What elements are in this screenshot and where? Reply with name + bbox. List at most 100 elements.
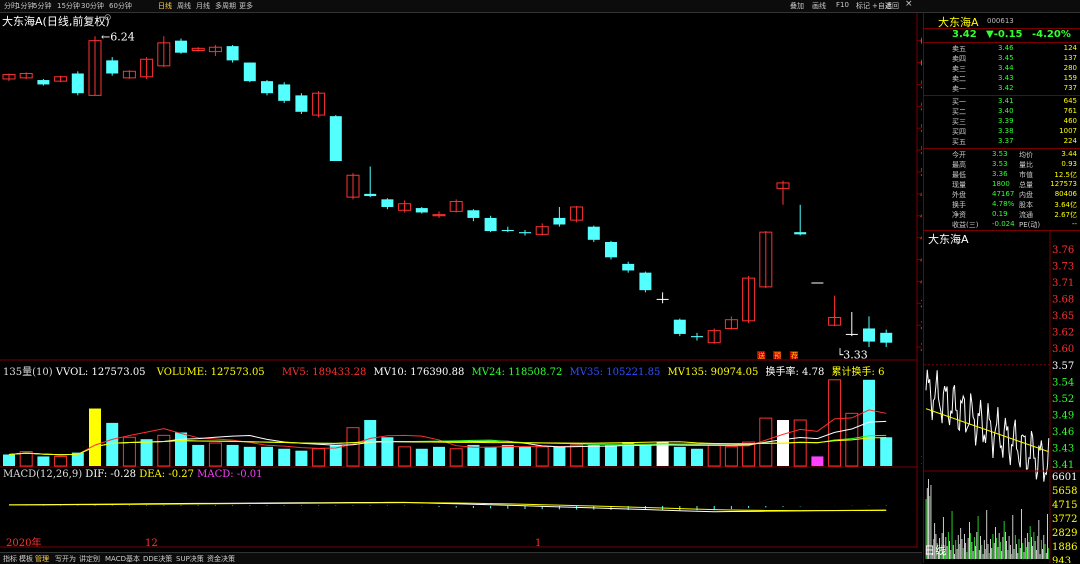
volume-bar [175, 432, 187, 466]
volume-bar [140, 439, 153, 466]
mini-footer[interactable]: 日线 [924, 542, 946, 558]
toolbar-right-0[interactable]: 叠加 [790, 1, 804, 11]
bids-vol: 460 [1063, 117, 1077, 125]
candle-body [863, 328, 875, 342]
vol-mv35: MV35: 105221.85 [569, 367, 661, 378]
volume-bar [673, 446, 686, 466]
bids-label: 买五 [952, 138, 966, 146]
mini-price-tick: 3.60 [1052, 344, 1074, 355]
toolbar-right-5[interactable]: 返回 [885, 1, 899, 11]
volume-bar [535, 446, 549, 467]
bids-price: 3.40 [998, 107, 1014, 115]
volume-bar [707, 444, 721, 467]
period-tab-5[interactable]: 60分钟 [109, 1, 132, 11]
price-tick-label: 5.80 [920, 78, 922, 91]
volume-bar [484, 446, 497, 466]
event-marker-label: 预 [774, 351, 781, 360]
stat-row: 最高 3.53 量比 0.93 [924, 160, 1080, 170]
stat-label: 收益(三) [952, 221, 979, 229]
mini-price-tick: 3.65 [1052, 311, 1074, 322]
stat-label: 股本 [1019, 201, 1033, 209]
stock-code: 000613 [987, 17, 1014, 25]
mini-price-tick: 3.41 [1052, 460, 1074, 471]
volume-bar [433, 446, 445, 466]
mini-price-tick: 3.68 [1052, 295, 1074, 306]
volume-bar [553, 446, 566, 466]
macd-name: MACD(12,26,9) [3, 469, 83, 480]
book-divider [924, 95, 1080, 96]
mini-vol-tick: 943 [1052, 556, 1071, 563]
bids-row: 买二 3.40 761 [924, 107, 1080, 117]
period-tab-7[interactable]: 周线 [177, 1, 191, 11]
asks-price: 3.44 [998, 64, 1014, 72]
close-icon[interactable]: × [905, 0, 913, 9]
period-tab-3[interactable]: 15分钟 [57, 1, 80, 11]
asks-vol: 280 [1063, 64, 1077, 72]
stat-value: 47167 [992, 190, 1015, 198]
volume-bar [295, 450, 308, 466]
asks-row: 卖四 3.45 137 [924, 54, 1080, 64]
volume-bar [278, 448, 291, 466]
stat-label: 外盘 [952, 191, 966, 199]
period-tab-9[interactable]: 多周期 [215, 1, 236, 11]
candle-body [175, 40, 187, 53]
toolbar-right-2[interactable]: F10 [836, 1, 849, 9]
macd-dea: DEA: -0.27 [139, 469, 194, 480]
candle-body [381, 199, 394, 207]
asks-label: 卖四 [952, 55, 966, 63]
date-label: 2020年 [6, 536, 41, 548]
period-tab-4[interactable]: 30分钟 [81, 1, 104, 11]
asks-vol: 159 [1063, 74, 1077, 82]
asks-price: 3.43 [998, 74, 1014, 82]
period-tab-1[interactable]: 1分钟 [16, 1, 34, 11]
price-tick-label: 6.20 [920, 35, 922, 48]
vol-volume: VOLUME: 127573.05 [156, 367, 265, 378]
intraday-mini-chart[interactable]: 3.76 3.73 3.71 3.68 3.65 3.62 3.60 3.57 3.54 3.52… [924, 231, 1080, 563]
volume-bar [587, 444, 600, 466]
bottom-tabs: 指标 模板 管理 写开为 讲定别 MACD基本 DDE决策 SUP决策 资金决策 [0, 552, 922, 564]
toolbar-right-3[interactable]: 标记 [856, 1, 870, 11]
kline-chart-area[interactable]: 6.20 6.00 5.80 5.60 5.40 5.20 5.00 4.80 4.60 4.40… [0, 13, 953, 549]
stat-value: 12.5亿 [1054, 171, 1077, 179]
candle-body [71, 73, 84, 94]
mini-vol-tick: 3772 [1052, 514, 1077, 525]
bids-price: 3.39 [998, 117, 1014, 125]
stat-label: 换手 [952, 201, 966, 209]
period-tab-8[interactable]: 月线 [196, 1, 210, 11]
period-tab-10[interactable]: 更多 [239, 1, 253, 11]
vol-indicator-name: 135量(10) [3, 367, 53, 378]
candle-body [278, 84, 291, 101]
stat-label: 流通 [1019, 211, 1033, 219]
asks-row: 卖三 3.44 280 [924, 64, 1080, 74]
candle-body [261, 81, 273, 94]
bids-label: 买三 [952, 118, 966, 126]
price-tick-label: 5.00 [920, 166, 922, 179]
period-tab-2[interactable]: 5分钟 [33, 1, 51, 11]
stat-label: 现量 [952, 181, 966, 189]
mini-price-line [925, 369, 1050, 482]
mini-vol-tick: 1886 [1052, 542, 1077, 553]
volume-bar [570, 444, 584, 467]
asks-price: 3.45 [998, 54, 1014, 62]
quote-panel: 大东海A 000613 3.42 ▼-0.15 -4.20% 卖五 3.46 124… [923, 13, 1080, 563]
bids-price: 3.37 [998, 137, 1014, 145]
stat-row: 现量 1800 总量 127573 [924, 180, 1080, 190]
candle-body [37, 80, 50, 85]
mini-vol-tick: 4715 [1052, 500, 1077, 511]
candle-body [467, 210, 480, 218]
asks-price: 3.42 [998, 84, 1014, 92]
asks-row: 卖五 3.46 124 [924, 44, 1080, 54]
settings-icon[interactable]: ⊙ [104, 13, 112, 23]
toolbar-right-1[interactable]: 画线 [812, 1, 826, 11]
candle-body [673, 319, 686, 334]
stat-value: 0.19 [992, 210, 1008, 218]
period-tab-6[interactable]: 日线 [158, 1, 172, 11]
stat-label: 最低 [952, 171, 966, 179]
candle-body [484, 217, 497, 232]
stat-value: 4.78% [992, 200, 1015, 208]
volume-bar [880, 437, 893, 466]
volume-bar [828, 379, 842, 467]
mini-price-tick: 3.49 [1052, 410, 1074, 421]
macd-dif: DIF: -0.28 [85, 469, 137, 480]
stat-value: 2.67亿 [1054, 211, 1077, 219]
